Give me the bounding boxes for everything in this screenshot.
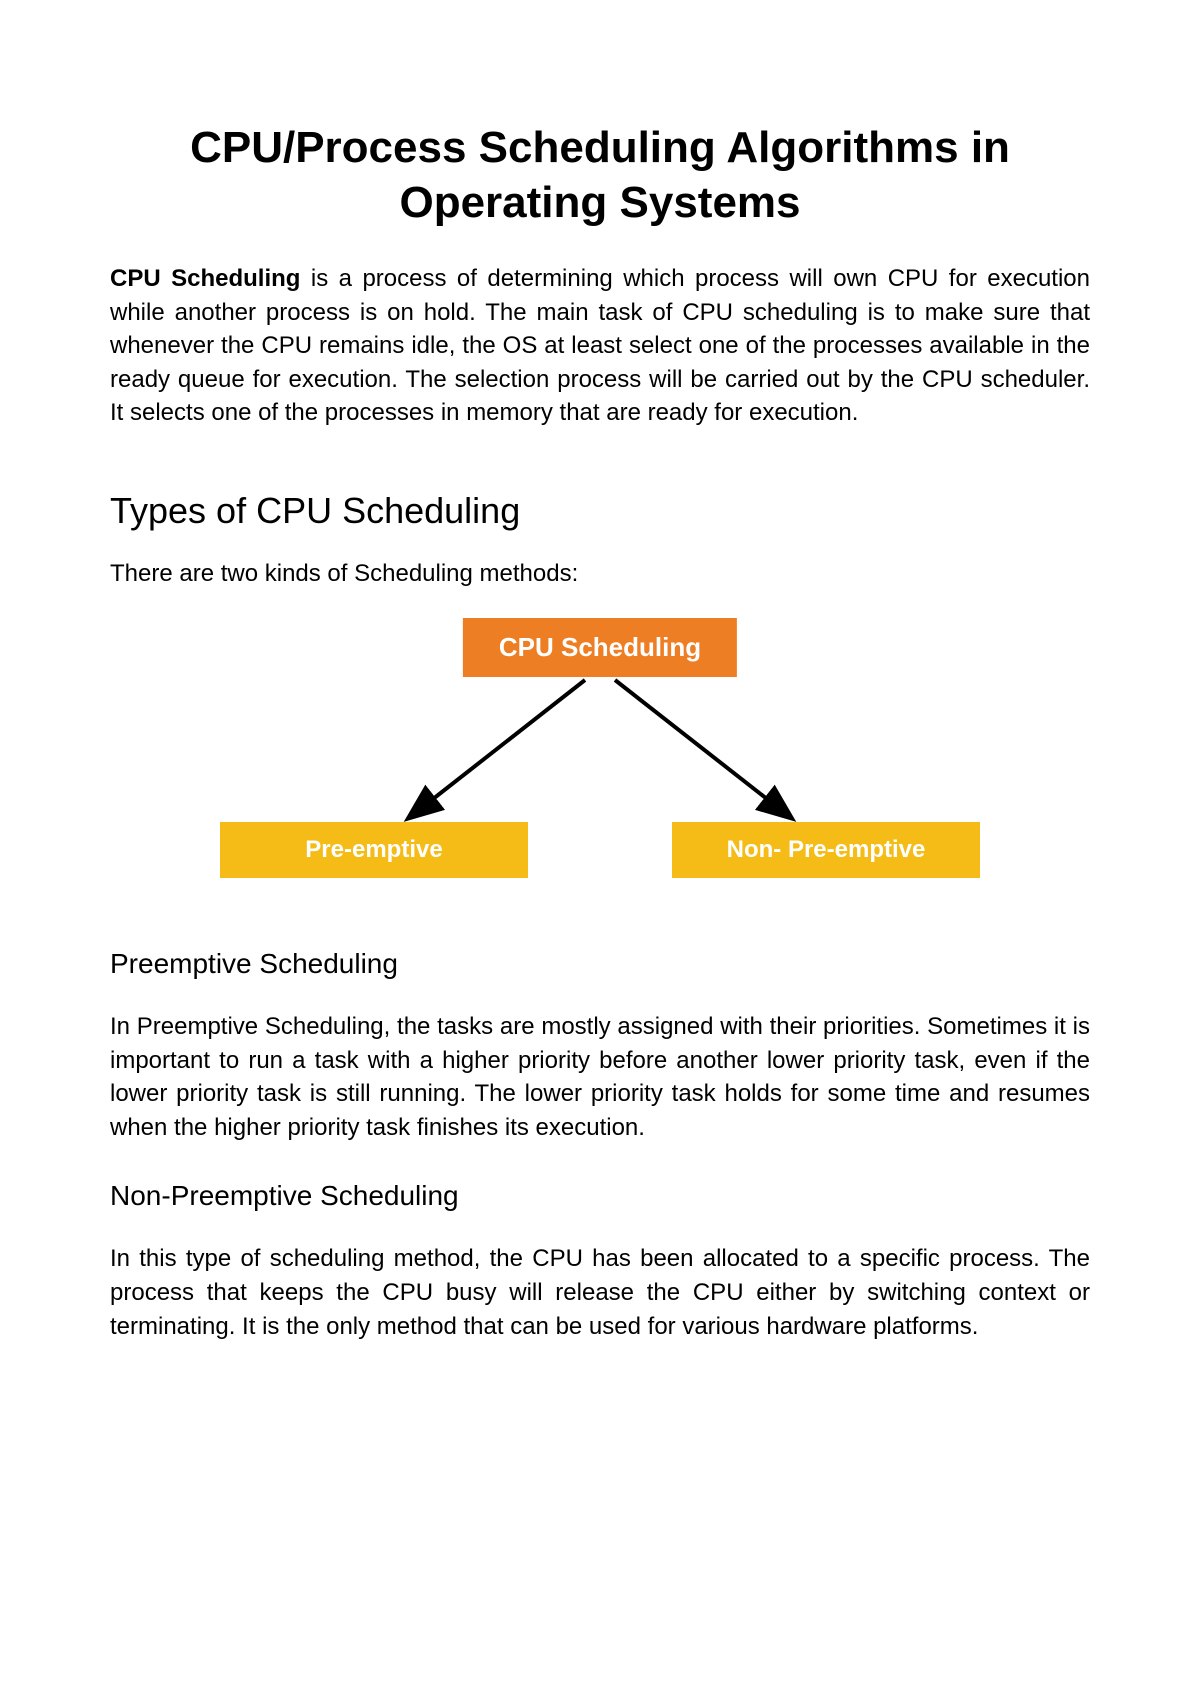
preemptive-heading: Preemptive Scheduling [110, 948, 1090, 980]
nonpreemptive-heading: Non-Preemptive Scheduling [110, 1180, 1090, 1212]
diagram-box-right: Non- Pre-emptive [672, 822, 980, 878]
types-heading: Types of CPU Scheduling [110, 490, 1090, 532]
nonpreemptive-paragraph: In this type of scheduling method, the C… [110, 1242, 1090, 1343]
diagram-arrows [340, 672, 860, 832]
types-intro-text: There are two kinds of Scheduling method… [110, 560, 1090, 588]
intro-bold-term: CPU Scheduling [110, 265, 300, 292]
diagram-box-top: CPU Scheduling [463, 618, 737, 677]
page-title: CPU/Process Scheduling Algorithms in Ope… [110, 120, 1090, 230]
scheduling-diagram: CPU Scheduling Pre-emptive Non- Pre-empt… [110, 618, 1090, 878]
diagram-box-left: Pre-emptive [220, 822, 528, 878]
preemptive-paragraph: In Preemptive Scheduling, the tasks are … [110, 1010, 1090, 1144]
intro-paragraph: CPU Scheduling is a process of determini… [110, 262, 1090, 430]
